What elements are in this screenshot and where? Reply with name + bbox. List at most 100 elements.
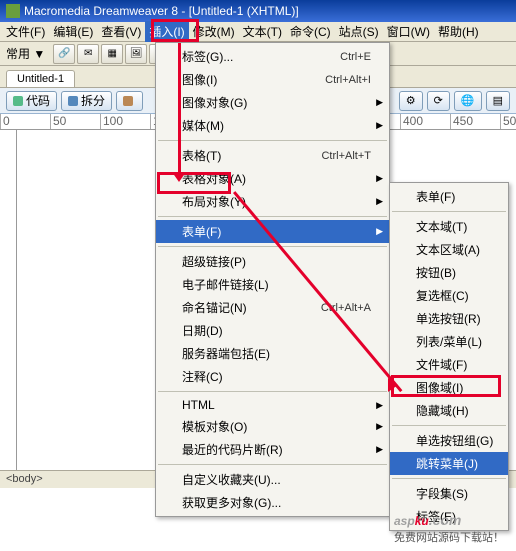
menu-item-label: 图像对象(G) xyxy=(182,94,247,111)
form-submenu-item[interactable]: 文本区域(A) xyxy=(390,238,508,261)
form-submenu-item[interactable]: 隐藏域(H) xyxy=(390,399,508,422)
menu-item-label: 列表/菜单(L) xyxy=(416,333,482,350)
menu-编辑[interactable]: 编辑(E) xyxy=(49,21,97,42)
preview-icon[interactable]: 🌐 xyxy=(454,91,482,111)
insert-menu-item[interactable]: 最近的代码片断(R) ▶ xyxy=(156,438,389,461)
menu-item-label: 注释(C) xyxy=(182,368,223,385)
menu-separator xyxy=(158,391,387,392)
window-title: Macromedia Dreamweaver 8 - [Untitled-1 (… xyxy=(24,4,299,18)
insert-category[interactable]: 常用 ▼ xyxy=(6,45,45,62)
split-view-button[interactable]: 拆分 xyxy=(61,91,112,111)
menu-item-label: 文本域(T) xyxy=(416,218,467,235)
watermark-text: ku xyxy=(415,514,429,528)
form-submenu-item[interactable]: 复选框(C) xyxy=(390,284,508,307)
menu-separator xyxy=(158,216,387,217)
watermark-text: asp xyxy=(394,514,415,528)
menu-命令[interactable]: 命令(C) xyxy=(286,21,335,42)
insert-menu-item[interactable]: 图像(I)Ctrl+Alt+I xyxy=(156,68,389,91)
menu-item-label: HTML xyxy=(182,398,215,412)
live-view-icon[interactable]: ⚙ xyxy=(399,91,423,111)
form-submenu-item[interactable]: 表单(F) xyxy=(390,185,508,208)
form-submenu-item[interactable]: 列表/菜单(L) xyxy=(390,330,508,353)
form-submenu-item[interactable]: 单选按钮(R) xyxy=(390,307,508,330)
submenu-arrow-icon: ▶ xyxy=(376,196,383,207)
menu-item-label: 电子邮件链接(L) xyxy=(182,276,269,293)
options-icon[interactable]: ▤ xyxy=(486,91,510,111)
tool-image[interactable]: 🖼 xyxy=(125,44,147,64)
app-icon xyxy=(6,4,20,18)
insert-menu-item[interactable]: 获取更多对象(G)... xyxy=(156,491,389,514)
insert-menu-item[interactable]: 超级链接(P) xyxy=(156,250,389,273)
annotation-arrowhead xyxy=(172,172,186,182)
menu-item-label: 服务器端包括(E) xyxy=(182,345,270,362)
menu-item-label: 自定义收藏夹(U)... xyxy=(182,471,281,488)
menu-item-label: 命名锚记(N) xyxy=(182,299,247,316)
menu-item-label: 隐藏域(H) xyxy=(416,402,469,419)
form-submenu-dropdown[interactable]: 表单(F) 文本域(T) 文本区域(A) 按钮(B) 复选框(C) 单选按钮(R) 列表/菜… xyxy=(389,182,509,531)
ruler-mark: 400 xyxy=(400,114,450,129)
insert-menu-item[interactable]: 图像对象(G) ▶ xyxy=(156,91,389,114)
menu-文件[interactable]: 文件(F) xyxy=(2,21,49,42)
code-view-label: 代码 xyxy=(26,92,50,109)
menu-shortcut: Ctrl+Alt+T xyxy=(321,150,371,162)
insert-menu-item[interactable]: HTML▶ xyxy=(156,395,389,415)
menu-item-label: 表格(T) xyxy=(182,147,221,164)
menu-item-label: 单选按钮(R) xyxy=(416,310,481,327)
menu-separator xyxy=(392,211,506,212)
menu-item-label: 最近的代码片断(R) xyxy=(182,441,283,458)
annotation-arrow xyxy=(178,43,181,175)
form-submenu-item[interactable]: 按钮(B) xyxy=(390,261,508,284)
ruler-mark: 100 xyxy=(100,114,150,129)
insert-menu-item[interactable]: 注释(C) xyxy=(156,365,389,388)
insert-menu-dropdown[interactable]: 标签(G)...Ctrl+E图像(I)Ctrl+Alt+I 图像对象(G) ▶ 媒体(… xyxy=(155,42,390,517)
form-submenu-item[interactable]: 单选按钮组(G) xyxy=(390,429,508,452)
watermark-tagline: 免费网站源码下载站！ xyxy=(394,529,504,545)
menu-item-label: 复选框(C) xyxy=(416,287,469,304)
menubar[interactable]: 文件(F)编辑(E)查看(V)插入(I)修改(M)文本(T)命令(C)站点(S)… xyxy=(0,22,516,42)
submenu-arrow-icon: ▶ xyxy=(376,173,383,184)
insert-menu-item[interactable]: 模板对象(O)▶ xyxy=(156,415,389,438)
refresh-icon[interactable]: ⟳ xyxy=(427,91,450,111)
design-view-button[interactable] xyxy=(116,91,143,111)
menu-窗口[interactable]: 窗口(W) xyxy=(383,21,434,42)
insert-menu-item[interactable]: 表格对象(A)▶ xyxy=(156,167,389,190)
insert-menu-item[interactable]: 日期(D) xyxy=(156,319,389,342)
insert-menu-item[interactable]: 服务器端包括(E) xyxy=(156,342,389,365)
insert-menu-item[interactable]: 电子邮件链接(L) xyxy=(156,273,389,296)
tool-hyperlink[interactable]: 🔗 xyxy=(53,44,75,64)
menu-item-label: 按钮(B) xyxy=(416,264,456,281)
menu-item-label: 获取更多对象(G)... xyxy=(182,494,281,511)
insert-menu-item[interactable]: 表格(T) Ctrl+Alt+T xyxy=(156,144,389,167)
submenu-arrow-icon: ▶ xyxy=(376,444,383,455)
insert-menu-item[interactable]: 媒体(M)▶ xyxy=(156,114,389,137)
menu-修改[interactable]: 修改(M) xyxy=(189,21,239,42)
form-submenu-item[interactable]: 文本域(T) xyxy=(390,215,508,238)
split-view-label: 拆分 xyxy=(81,92,105,109)
menu-item-label: 日期(D) xyxy=(182,322,223,339)
menu-separator xyxy=(158,140,387,141)
document-tab[interactable]: Untitled-1 xyxy=(6,70,75,87)
insert-menu-item[interactable]: 标签(G)...Ctrl+E xyxy=(156,45,389,68)
menu-item-label: 文本区域(A) xyxy=(416,241,480,258)
menu-item-label: 标签(G)... xyxy=(182,48,233,65)
tool-email[interactable]: ✉ xyxy=(77,44,99,64)
submenu-arrow-icon: ▶ xyxy=(376,421,383,432)
menu-item-label: 跳转菜单(J) xyxy=(416,455,478,472)
form-submenu-item[interactable]: 图像域(I) xyxy=(390,376,508,399)
tool-table[interactable]: ▦ xyxy=(101,44,123,64)
menu-文本[interactable]: 文本(T) xyxy=(239,21,286,42)
form-submenu-item[interactable]: 文件域(F) xyxy=(390,353,508,376)
menu-item-label: 单选按钮组(G) xyxy=(416,432,493,449)
insert-menu-item[interactable]: 自定义收藏夹(U)... xyxy=(156,468,389,491)
menu-查看[interactable]: 查看(V) xyxy=(97,21,145,42)
titlebar: Macromedia Dreamweaver 8 - [Untitled-1 (… xyxy=(0,0,516,22)
menu-帮助[interactable]: 帮助(H) xyxy=(434,21,483,42)
insert-menu-item[interactable]: 布局对象(Y)▶ xyxy=(156,190,389,213)
menu-站点[interactable]: 站点(S) xyxy=(335,21,383,42)
menu-插入[interactable]: 插入(I) xyxy=(145,21,188,42)
menu-separator xyxy=(392,478,506,479)
code-view-button[interactable]: 代码 xyxy=(6,91,57,111)
insert-menu-item[interactable]: 命名锚记(N)Ctrl+Alt+A xyxy=(156,296,389,319)
submenu-arrow-icon: ▶ xyxy=(376,97,383,108)
form-submenu-item[interactable]: 跳转菜单(J) xyxy=(390,452,508,475)
